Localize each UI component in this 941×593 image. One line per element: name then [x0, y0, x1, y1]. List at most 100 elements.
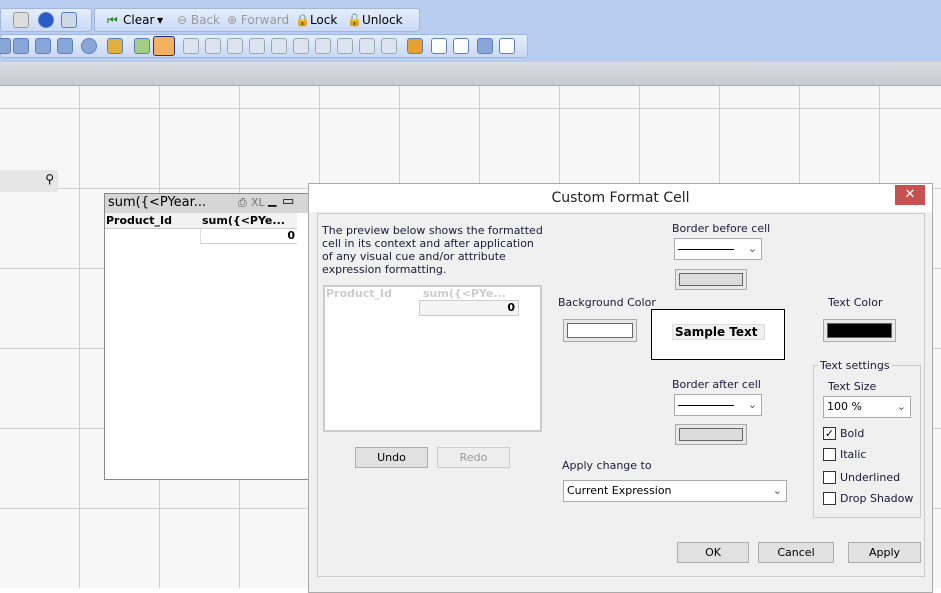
object-title: sum({<PYear... — [108, 195, 207, 210]
custom-format-cell-icon[interactable] — [153, 36, 175, 56]
chevron-down-icon: ⌄ — [896, 400, 906, 413]
apply-button[interactable]: Apply — [848, 542, 921, 563]
chevron-down-icon: ⌄ — [747, 398, 757, 411]
border-before-label: Border before cell — [672, 222, 771, 235]
drop-shadow-checkbox[interactable] — [823, 492, 836, 505]
preview-header: Product_Id — [326, 287, 392, 300]
space-horizontal-icon[interactable] — [337, 38, 353, 54]
help-icon[interactable] — [38, 12, 54, 28]
preview-cell: 0 — [419, 300, 519, 316]
new-sheet-icon[interactable] — [431, 38, 447, 54]
forward-button[interactable]: ⊕ Forward — [227, 13, 289, 27]
text-size-label: Text Size — [828, 380, 877, 393]
print-icon[interactable]: ⎙ — [238, 196, 247, 210]
adjust-left-icon[interactable] — [359, 38, 375, 54]
chevron-down-icon: ⌄ — [772, 484, 782, 497]
reload-icon[interactable] — [499, 38, 515, 54]
italic-checkbox[interactable] — [823, 448, 836, 461]
text-settings-label: Text settings — [818, 359, 892, 372]
chart-wizard-icon[interactable] — [107, 38, 123, 54]
border-after-color[interactable] — [675, 424, 747, 445]
chevron-down-icon: ⌄ — [747, 242, 757, 255]
description-text: The preview below shows the formatted ce… — [322, 224, 543, 276]
search-box[interactable]: ⚲ — [0, 170, 58, 192]
text-size-select[interactable]: 100 % ⌄ — [823, 396, 911, 418]
context-help-icon[interactable] — [61, 12, 77, 28]
toolbar-icon[interactable] — [0, 38, 11, 54]
tab-strip — [0, 62, 941, 86]
table-viewer-icon[interactable] — [477, 38, 493, 54]
straight-table-object[interactable]: sum({<PYear... ⎙ XL ▁ ▭ Product_Id sum({… — [104, 193, 309, 480]
bold-label: Bold — [840, 427, 865, 440]
sample-text: Sample Text — [672, 324, 765, 340]
text-color-label: Text Color — [828, 296, 883, 309]
lock-button[interactable]: 🔒Lock — [295, 13, 337, 27]
drop-shadow-label: Drop Shadow — [840, 492, 914, 505]
border-before-select[interactable]: ⌄ — [674, 238, 762, 260]
background-color-swatch[interactable] — [563, 319, 637, 342]
underlined-checkbox[interactable] — [823, 471, 836, 484]
help-toolbar — [0, 8, 92, 32]
forward-label: Forward — [240, 13, 290, 27]
unlock-button[interactable]: 🔓Unlock — [347, 13, 403, 27]
align-left-icon[interactable] — [183, 38, 199, 54]
preview-box: Product_Id sum({<PYe... 0 — [323, 285, 542, 432]
xl-button[interactable]: XL — [251, 196, 265, 209]
back-button[interactable]: ⊖ Back — [177, 13, 220, 27]
align-middle-icon[interactable] — [271, 38, 287, 54]
text-size-value: 100 % — [827, 400, 862, 413]
edit-icon[interactable] — [13, 12, 29, 28]
cancel-button[interactable]: Cancel — [758, 542, 834, 563]
border-after-label: Border after cell — [672, 378, 761, 391]
design-toolbar — [0, 34, 528, 58]
line-style-sample — [678, 248, 734, 250]
adjust-top-icon[interactable] — [381, 38, 397, 54]
border-before-color[interactable] — [675, 269, 747, 290]
undo-button[interactable]: Undo — [355, 447, 428, 468]
text-settings-group: Text settings Text Size 100 % ⌄ ✓ Bold Ita… — [813, 359, 921, 518]
bookmark-star-icon[interactable] — [13, 38, 29, 54]
align-bottom-icon[interactable] — [249, 38, 265, 54]
align-center-icon[interactable] — [205, 38, 221, 54]
table-cell[interactable]: 0 — [200, 229, 297, 244]
back-label: Back — [190, 13, 221, 27]
text-color-swatch[interactable] — [823, 319, 896, 342]
edit-script-icon[interactable] — [453, 38, 469, 54]
column-header[interactable]: sum({<PYe... — [202, 214, 285, 227]
sample-text-box: Sample Text — [651, 309, 785, 360]
object-caption: sum({<PYear... ⎙ XL ▁ ▭ — [105, 194, 308, 213]
ok-button[interactable]: OK — [677, 542, 749, 563]
align-right-icon[interactable] — [227, 38, 243, 54]
apply-change-to-label: Apply change to — [562, 459, 652, 472]
clear-button[interactable]: Clear — [123, 13, 154, 27]
magnifier-icon: ⚲ — [45, 172, 54, 186]
column-header[interactable]: Product_Id — [106, 214, 172, 227]
layout-icon[interactable] — [57, 38, 73, 54]
redo-button[interactable]: Redo — [437, 447, 510, 468]
lock-icon: 🔒 — [295, 13, 310, 27]
italic-label: Italic — [840, 448, 867, 461]
apply-change-to-select[interactable]: Current Expression ⌄ — [563, 480, 787, 502]
maximize-icon[interactable]: ▭ — [282, 194, 294, 209]
line-style-sample — [678, 404, 734, 406]
dialog-panel: The preview below shows the formatted ce… — [317, 213, 925, 577]
clear-dropdown-icon[interactable]: ▼ — [157, 16, 163, 25]
clear-icon[interactable]: ⏮ — [107, 13, 118, 28]
format-painter-icon[interactable] — [134, 38, 150, 54]
unlock-label: Unlock — [361, 13, 403, 27]
user-icon[interactable] — [407, 38, 423, 54]
minimize-icon[interactable]: ▁ — [268, 194, 276, 207]
border-after-select[interactable]: ⌄ — [674, 394, 762, 416]
smiley-icon[interactable] — [81, 38, 97, 54]
background-color-label: Background Color — [558, 296, 656, 309]
toolbar-area: ⏮ Clear ▼ ⊖ Back ⊕ Forward 🔒Lock 🔓Unlock — [0, 0, 941, 62]
dialog-title: Custom Format Cell — [309, 184, 932, 212]
search-icon[interactable] — [35, 38, 51, 54]
bold-checkbox[interactable]: ✓ — [823, 427, 836, 440]
align-top-icon[interactable] — [293, 38, 309, 54]
close-button[interactable]: ✕ — [895, 185, 925, 205]
space-vertical-icon[interactable] — [315, 38, 331, 54]
selection-toolbar: ⏮ Clear ▼ ⊖ Back ⊕ Forward 🔒Lock 🔓Unlock — [94, 8, 420, 32]
apply-target-value: Current Expression — [567, 484, 672, 497]
unlock-icon: 🔓 — [347, 13, 362, 27]
